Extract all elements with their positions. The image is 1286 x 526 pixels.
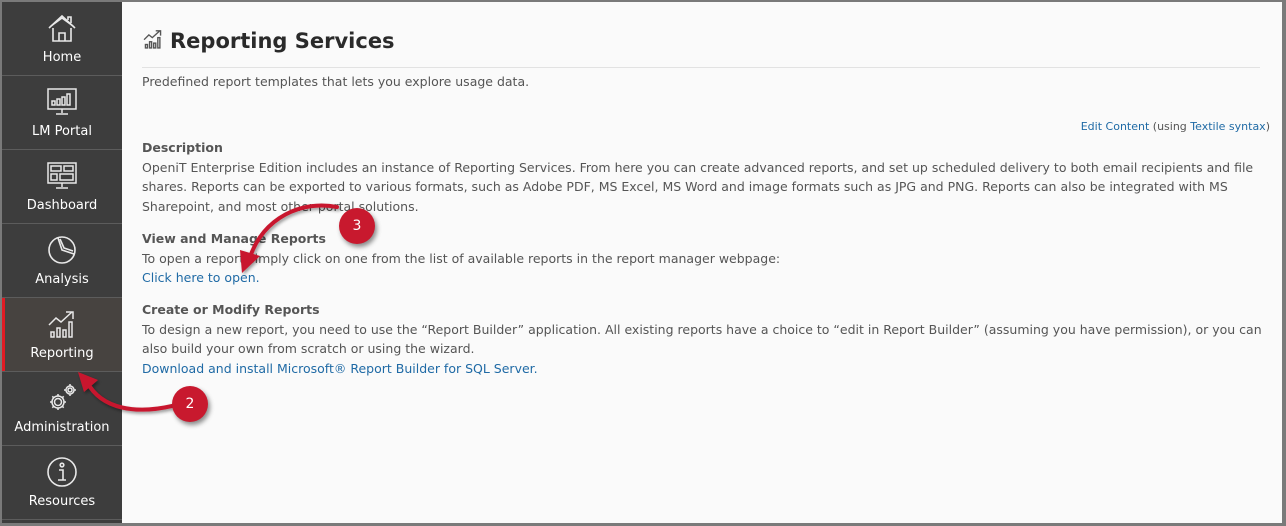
info-icon — [46, 456, 78, 488]
section-heading: View and Manage Reports — [142, 231, 326, 246]
sidebar-label: Dashboard — [26, 198, 98, 213]
monitor-chart-icon — [46, 86, 78, 118]
section-heading: Create or Modify Reports — [142, 302, 320, 317]
sidebar: Home LM Portal Dashboard Analysis Report… — [2, 2, 122, 523]
section-heading: Description — [142, 140, 223, 155]
reporting-chart-icon — [46, 308, 78, 340]
create-reports-section: Create or Modify Reports To design a new… — [142, 300, 1262, 378]
reporting-chart-icon — [142, 28, 164, 54]
sidebar-item-reporting[interactable]: Reporting — [2, 298, 122, 372]
gears-icon — [46, 382, 78, 414]
title-divider — [142, 67, 1260, 68]
callout-badge-3: 3 — [339, 208, 375, 244]
edit-prefix: (using — [1152, 120, 1187, 133]
description-section: Description OpeniT Enterprise Edition in… — [142, 138, 1262, 216]
home-icon — [46, 12, 78, 44]
edit-content-line: Edit Content (using Textile syntax) — [1081, 120, 1270, 133]
sidebar-item-home[interactable]: Home — [2, 2, 122, 76]
sidebar-item-dashboard[interactable]: Dashboard — [2, 150, 122, 224]
sidebar-label: Reporting — [30, 346, 94, 361]
edit-content-link[interactable]: Edit Content — [1081, 120, 1150, 133]
sidebar-label: Home — [42, 50, 82, 65]
sidebar-label: Administration — [14, 420, 110, 435]
callout-badge-2: 2 — [172, 386, 208, 422]
textile-syntax-link[interactable]: Textile syntax — [1190, 120, 1265, 133]
page-header: Reporting Services — [142, 28, 395, 54]
dashboard-icon — [46, 160, 78, 192]
section-body: OpeniT Enterprise Edition includes an in… — [142, 159, 1254, 214]
page-title: Reporting Services — [170, 29, 395, 53]
sidebar-label: LM Portal — [32, 124, 92, 139]
edit-suffix: ) — [1265, 120, 1270, 133]
app-window: Home LM Portal Dashboard Analysis Report… — [2, 2, 1282, 523]
view-reports-section: View and Manage Reports To open a report… — [142, 229, 1262, 288]
page-subtitle: Predefined report templates that lets yo… — [142, 74, 530, 89]
section-body: To open a report simply click on one fro… — [142, 250, 781, 266]
download-report-builder-link[interactable]: Download and install Microsoft® Report B… — [142, 361, 538, 376]
sidebar-item-lm-portal[interactable]: LM Portal — [2, 76, 122, 150]
sidebar-item-administration[interactable]: Administration — [2, 372, 122, 446]
main-content: Reporting Services Predefined report tem… — [122, 2, 1282, 523]
sidebar-item-resources[interactable]: Resources — [2, 446, 122, 520]
open-report-manager-link[interactable]: Click here to open. — [142, 270, 260, 285]
section-body: To design a new report, you need to use … — [142, 321, 1262, 357]
sidebar-item-analysis[interactable]: Analysis — [2, 224, 122, 298]
pie-chart-icon — [46, 234, 78, 266]
sidebar-label: Analysis — [35, 272, 89, 287]
sidebar-label: Resources — [28, 494, 96, 509]
